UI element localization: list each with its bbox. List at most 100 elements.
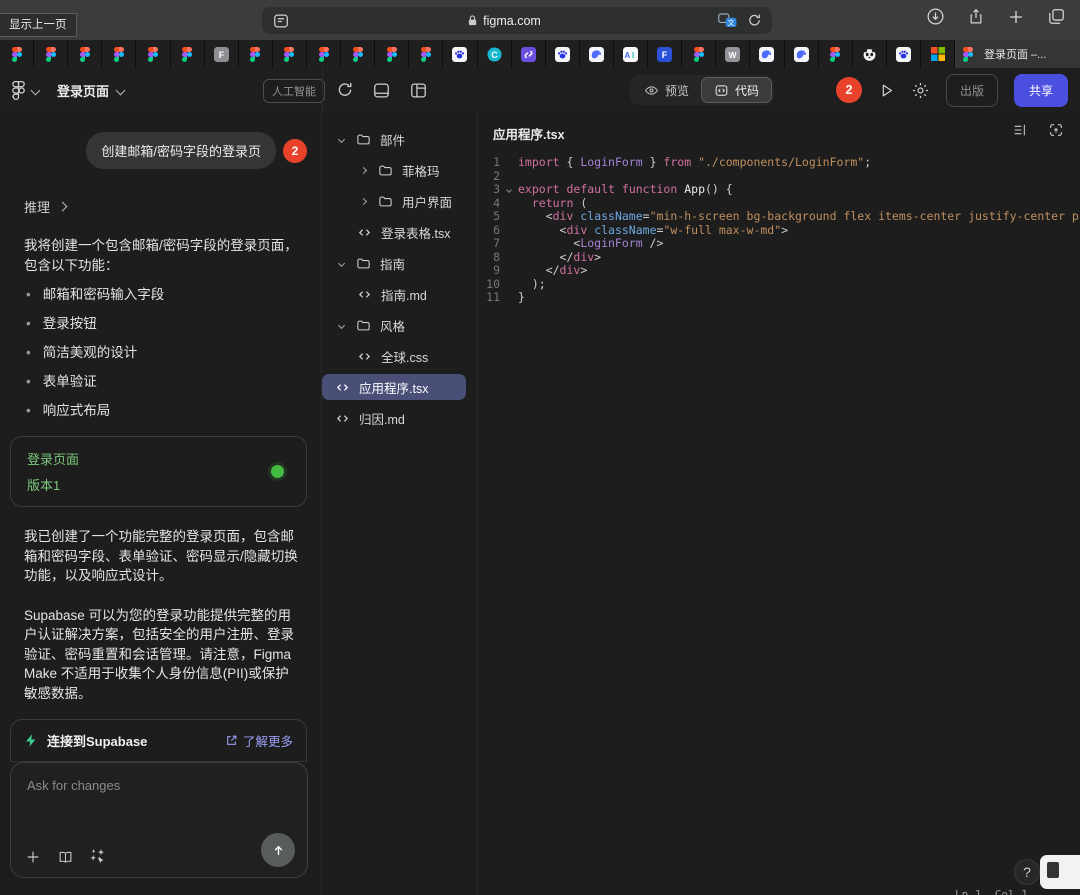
figma-icon [418, 47, 433, 62]
browser-tab[interactable]: F [648, 40, 682, 68]
guidelines-book-icon[interactable] [57, 849, 74, 865]
browser-tab[interactable] [34, 40, 68, 68]
code-tab[interactable]: 代码 [701, 77, 772, 103]
browser-tab[interactable] [136, 40, 170, 68]
browser-tab[interactable] [375, 40, 409, 68]
tree-folder-row[interactable]: 风格 [322, 312, 477, 338]
figma-menu-icon[interactable] [12, 81, 25, 100]
browser-tab[interactable] [341, 40, 375, 68]
reasoning-label: 推理 [24, 197, 50, 216]
browser-tab[interactable] [580, 40, 614, 68]
browser-tab[interactable]: W [716, 40, 750, 68]
supabase-bolt-icon [24, 733, 38, 748]
tree-file-row[interactable]: 指南.md [322, 281, 477, 307]
figma-icon [180, 47, 195, 62]
browser-tab[interactable] [750, 40, 784, 68]
active-tab-title: 登录页面 –... [984, 46, 1046, 62]
notifications-badge[interactable]: 2 [836, 77, 862, 103]
browser-tab[interactable] [409, 40, 443, 68]
browser-tab[interactable] [171, 40, 205, 68]
tree-folder-row[interactable]: 菲格玛 [322, 157, 477, 183]
toolbar-divider [322, 68, 323, 112]
browser-tab[interactable]: F [205, 40, 239, 68]
send-button[interactable] [261, 833, 295, 867]
layout-panels-icon[interactable] [409, 81, 428, 100]
address-bar[interactable]: figma.com 文 [262, 7, 772, 34]
reload-icon[interactable] [747, 13, 762, 28]
tree-file-row[interactable]: 登录表格.tsx [322, 219, 477, 245]
browser-tab[interactable] [887, 40, 921, 68]
word-wrap-icon[interactable] [1012, 122, 1028, 138]
menu-chevron-icon[interactable] [31, 85, 41, 95]
preview-tab[interactable]: 预览 [632, 77, 701, 103]
chevron-right-icon[interactable] [356, 199, 370, 204]
tab-overview-icon[interactable] [1047, 7, 1066, 26]
browser-tab[interactable] [239, 40, 273, 68]
version-card[interactable]: 登录页面 版本1 [10, 436, 307, 507]
downloads-icon[interactable] [926, 7, 945, 26]
browser-tab[interactable]: AI [614, 40, 648, 68]
share-icon[interactable] [967, 7, 985, 26]
browser-tab[interactable] [102, 40, 136, 68]
share-button[interactable]: 共享 [1014, 74, 1068, 107]
url-text[interactable]: figma.com [483, 14, 541, 28]
tree-folder-row[interactable]: 用户界面 [322, 188, 477, 214]
sparkle-cursor-icon[interactable] [90, 848, 107, 865]
tree-file-row[interactable]: 应用程序.tsx [322, 374, 466, 400]
chevron-down-icon[interactable] [334, 323, 348, 328]
code-line: 8 </div> [478, 251, 1080, 265]
title-chevron-icon[interactable] [116, 85, 126, 95]
chat-scroll[interactable]: 创建邮箱/密码字段的登录页 2 推理 我将创建一个包含邮箱/密码字段的登录页面，… [0, 112, 321, 762]
browser-tab[interactable] [921, 40, 955, 68]
copy-code-icon[interactable] [1048, 122, 1064, 138]
tree-folder-row[interactable]: 部件 [322, 126, 477, 152]
open-file-name: 应用程序.tsx [493, 124, 565, 143]
settings-gear-icon[interactable] [911, 81, 930, 100]
tree-file-row[interactable]: 全球.css [322, 343, 477, 369]
learn-more-link[interactable]: 了解更多 [225, 731, 293, 750]
browser-tab[interactable] [273, 40, 307, 68]
purple-arrows-icon [521, 47, 536, 62]
browser-tab[interactable]: C [478, 40, 512, 68]
browser-tab[interactable] [853, 40, 887, 68]
fold-chevron-icon[interactable] [500, 183, 518, 197]
browser-tab[interactable] [819, 40, 853, 68]
eye-icon [644, 83, 659, 98]
browser-tab[interactable] [443, 40, 477, 68]
new-tab-icon[interactable] [1007, 8, 1025, 26]
tree-item-label: 部件 [380, 130, 405, 149]
browser-tab[interactable] [546, 40, 580, 68]
browser-tab[interactable] [785, 40, 819, 68]
browser-tab[interactable] [0, 40, 34, 68]
chevron-right-icon[interactable] [356, 168, 370, 173]
assistant-paragraph-2: Supabase 可以为您的登录功能提供完整的用户认证解决方案，包括安全的用户注… [24, 606, 301, 704]
project-title[interactable]: 登录页面 [57, 81, 109, 100]
chevron-down-icon[interactable] [334, 137, 348, 142]
browser-tab[interactable] [307, 40, 341, 68]
browser-tab[interactable] [68, 40, 102, 68]
chevron-down-icon[interactable] [334, 261, 348, 266]
page-settings-icon[interactable] [272, 12, 290, 30]
ms-grid-icon [930, 47, 945, 62]
reasoning-toggle[interactable]: 推理 [24, 197, 307, 216]
browser-tab[interactable] [682, 40, 716, 68]
user-message-bubble: 创建邮箱/密码字段的登录页 [86, 132, 276, 169]
chat-input[interactable]: Ask for changes [10, 762, 308, 878]
tree-item-label: 菲格玛 [402, 161, 440, 180]
code-area[interactable]: 1import { LoginForm } from "./components… [478, 156, 1080, 895]
figma-icon [9, 47, 24, 62]
attach-plus-icon[interactable] [25, 849, 41, 865]
publish-button[interactable]: 出版 [946, 74, 998, 107]
line-number: 8 [478, 251, 500, 265]
play-icon[interactable] [878, 82, 895, 99]
browser-tab[interactable] [512, 40, 546, 68]
clipped-overlay [1040, 855, 1080, 889]
active-browser-tab[interactable]: 登录页面 –... [955, 40, 1080, 68]
line-number: 6 [478, 224, 500, 238]
tree-file-row[interactable]: 归因.md [322, 405, 477, 431]
help-button[interactable]: ? [1014, 859, 1040, 885]
panel-bottom-icon[interactable] [372, 81, 391, 100]
tree-folder-row[interactable]: 指南 [322, 250, 477, 276]
translate-icon[interactable]: 文 [718, 13, 738, 28]
refresh-icon[interactable] [336, 81, 354, 99]
